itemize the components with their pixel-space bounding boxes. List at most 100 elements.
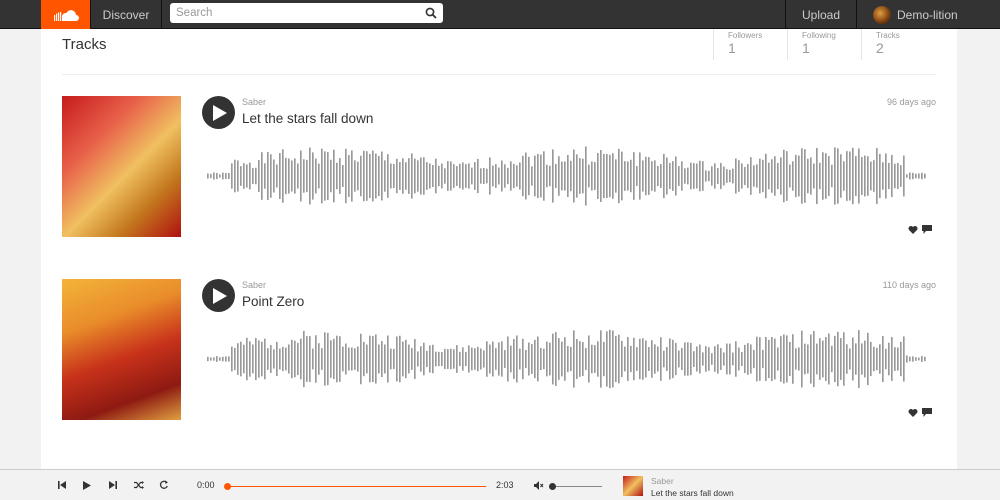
waveform-bar xyxy=(258,160,260,192)
waveform-bar xyxy=(222,172,224,180)
waveform-bar xyxy=(324,332,326,386)
now-playing-artist[interactable]: Saber xyxy=(651,476,674,486)
waveform-bar xyxy=(651,340,653,378)
waveform-bar xyxy=(360,155,362,197)
play-button[interactable] xyxy=(202,96,235,129)
waveform-bar xyxy=(687,167,689,185)
waveform-bar xyxy=(372,150,374,202)
waveform-bar xyxy=(747,343,749,375)
waveform-bar xyxy=(369,153,371,199)
waveform-bar xyxy=(588,164,590,188)
waveform-bar xyxy=(825,153,827,199)
waveform-bar xyxy=(249,162,251,190)
waveform-bar xyxy=(318,343,320,375)
waveform-bar xyxy=(606,331,608,387)
now-playing-artwork[interactable] xyxy=(623,476,643,496)
previous-button[interactable] xyxy=(57,480,67,490)
search-icon[interactable] xyxy=(425,7,437,19)
comment-icon[interactable] xyxy=(922,225,932,234)
waveform-bar xyxy=(327,152,329,200)
next-button[interactable] xyxy=(108,480,118,490)
track-artist[interactable]: Saber xyxy=(242,280,266,290)
now-playing-title[interactable]: Let the stars fall down xyxy=(651,488,734,498)
user-menu[interactable]: Demo-lition xyxy=(857,0,967,29)
waveform-bar xyxy=(339,158,341,194)
shuffle-button[interactable] xyxy=(134,480,144,490)
waveform-bar xyxy=(732,352,734,366)
waveform-bar xyxy=(207,173,209,179)
waveform-bar xyxy=(396,336,398,382)
waveform-bar xyxy=(525,349,527,369)
track-artwork[interactable] xyxy=(62,279,181,420)
soundcloud-logo[interactable] xyxy=(41,0,90,29)
waveform-bar xyxy=(735,158,737,194)
waveform-bar xyxy=(570,160,572,192)
waveform[interactable] xyxy=(207,324,927,394)
heart-icon[interactable] xyxy=(908,225,918,234)
waveform-bar xyxy=(561,341,563,377)
waveform-bar xyxy=(576,339,578,379)
waveform[interactable] xyxy=(207,141,927,211)
waveform-bar xyxy=(573,330,575,388)
player-play-button[interactable] xyxy=(82,480,92,490)
waveform-bar xyxy=(468,163,470,189)
waveform-bar xyxy=(906,174,908,178)
waveform-bar xyxy=(453,349,455,369)
comment-icon[interactable] xyxy=(922,408,932,417)
waveform-bar xyxy=(753,165,755,187)
track-title[interactable]: Let the stars fall down xyxy=(242,111,373,126)
stat-followers[interactable]: Followers 1 xyxy=(713,29,787,60)
waveform-bar xyxy=(354,348,356,370)
waveform-bar xyxy=(627,337,629,381)
nav-upload[interactable]: Upload xyxy=(785,0,857,29)
track-title[interactable]: Point Zero xyxy=(242,294,304,309)
progress-handle[interactable] xyxy=(224,483,231,490)
waveform-bar xyxy=(333,149,335,203)
next-icon xyxy=(109,481,117,489)
waveform-bar xyxy=(597,153,599,199)
waveform-bar xyxy=(225,173,227,179)
track-artwork[interactable] xyxy=(62,96,181,237)
waveform-bar xyxy=(882,162,884,190)
waveform-bar xyxy=(489,344,491,374)
stat-tracks[interactable]: Tracks 2 xyxy=(861,29,935,60)
waveform-bar xyxy=(816,147,818,205)
waveform-bar xyxy=(915,357,917,361)
waveform-bar xyxy=(708,170,710,182)
waveform-bar xyxy=(666,157,668,195)
waveform-bar xyxy=(840,338,842,380)
heart-icon[interactable] xyxy=(908,408,918,417)
waveform-bar xyxy=(876,148,878,204)
cloud-icon xyxy=(53,9,79,21)
waveform-bar xyxy=(609,154,611,198)
tracks-panel: Tracks Followers 1 Following 1 Tracks 2 … xyxy=(41,29,957,469)
waveform-bar xyxy=(885,348,887,370)
waveform-bar xyxy=(738,347,740,371)
search-bar[interactable]: Search xyxy=(170,3,443,23)
waveform-bar xyxy=(894,163,896,189)
search-input[interactable]: Search xyxy=(176,7,425,19)
waveform-bar xyxy=(705,346,707,372)
waveform-bar xyxy=(813,330,815,388)
stat-following[interactable]: Following 1 xyxy=(787,29,861,60)
progress-bar[interactable] xyxy=(227,486,486,487)
volume-handle[interactable] xyxy=(549,483,556,490)
repeat-button[interactable] xyxy=(159,480,169,490)
waveform-bar xyxy=(417,351,419,367)
volume-icon[interactable] xyxy=(534,481,544,490)
waveform-bar xyxy=(789,164,791,188)
track-artist[interactable]: Saber xyxy=(242,97,266,107)
waveform-bar xyxy=(822,152,824,200)
waveform-bar xyxy=(261,152,263,200)
username: Demo-lition xyxy=(897,7,958,22)
waveform-bar xyxy=(408,344,410,374)
waveform-bar xyxy=(300,150,302,202)
play-button[interactable] xyxy=(202,279,235,312)
waveform-bar xyxy=(705,170,707,182)
volume-slider[interactable] xyxy=(552,486,602,487)
nav-discover[interactable]: Discover xyxy=(90,0,162,29)
waveform-bar xyxy=(594,345,596,373)
waveform-bar xyxy=(741,352,743,366)
waveform-bar xyxy=(324,151,326,201)
waveform-bar xyxy=(870,161,872,191)
